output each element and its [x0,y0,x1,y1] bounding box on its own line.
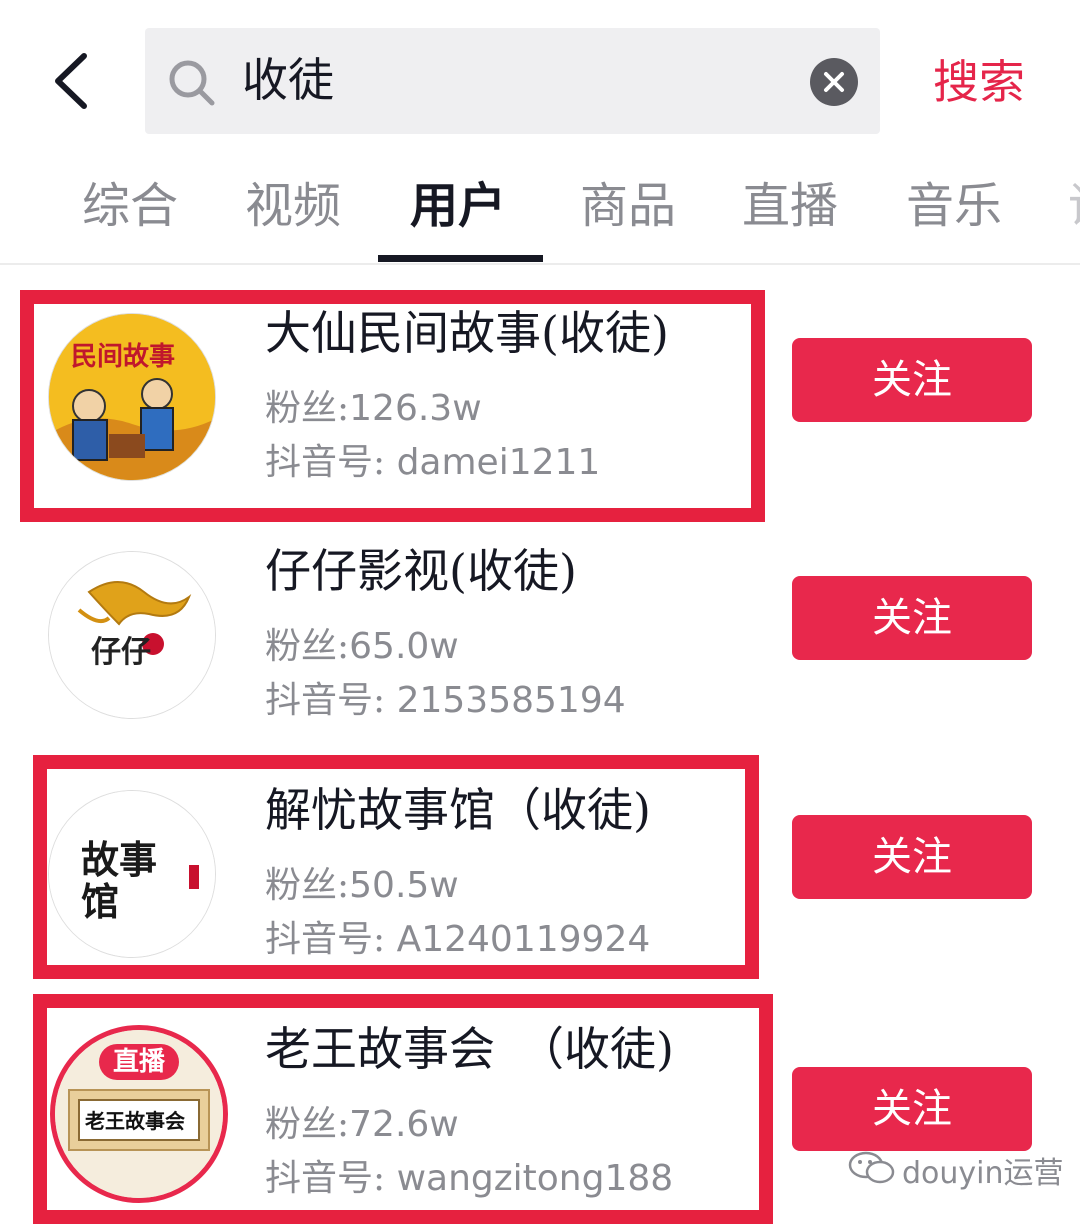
avatar-label: 老王故事会 [85,1109,185,1133]
user-row[interactable]: 民间故事 大仙民间故事(收徒) 粉丝:126.3w 抖音号: damei1211… [0,295,1080,505]
clear-icon[interactable] [810,58,858,106]
follow-button[interactable]: 关注 [792,338,1032,422]
follow-button[interactable]: 关注 [792,1067,1032,1151]
douyin-id: 抖音号: A1240119924 [265,919,651,960]
user-name[interactable]: 大仙民间故事(收徒) [265,303,669,363]
tab-live[interactable]: 直播 [742,176,838,236]
wechat-icon [848,1150,896,1199]
user-row[interactable]: 仔仔 仔仔影视(收徒) 粉丝:65.0w 抖音号: 2153585194 关注 [0,533,1080,743]
back-icon[interactable] [48,50,108,112]
category-tabs: 综合 视频 用户 商品 直播 音乐 话 [0,160,1080,265]
search-icon [167,58,217,108]
search-button[interactable]: 搜索 [933,52,1025,112]
tab-video[interactable]: 视频 [245,176,341,236]
watermark: douyin运营 [848,1150,1064,1199]
avatar[interactable]: 民间故事 [48,313,216,481]
search-box[interactable]: 收徒 [145,28,880,134]
fans-count: 粉丝:72.6w [265,1104,459,1145]
tab-users[interactable]: 用户 [410,176,506,236]
watermark-text: douyin运营 [902,1156,1064,1191]
active-tab-indicator [378,255,543,262]
follow-button[interactable]: 关注 [792,815,1032,899]
avatar[interactable]: 直播 老王故事会 [50,1025,228,1203]
tab-products[interactable]: 商品 [580,176,676,236]
live-badge: 直播 [99,1044,179,1080]
fans-count: 粉丝:65.0w [265,626,459,667]
tab-comprehensive[interactable]: 综合 [82,176,178,236]
avatar-label: 仔仔 [91,635,151,670]
douyin-id: 抖音号: damei1211 [265,442,601,483]
avatar-label: 故事馆 [81,837,158,924]
avatar[interactable]: 故事馆 [48,790,216,958]
douyin-id: 抖音号: wangzitong188 [265,1158,674,1199]
douyin-id: 抖音号: 2153585194 [265,680,626,721]
avatar-label: 民间故事 [71,342,176,372]
avatar[interactable]: 仔仔 [48,551,216,719]
tab-music[interactable]: 音乐 [906,176,1002,236]
user-name[interactable]: 仔仔影视(收徒) [265,541,577,601]
user-name[interactable]: 解忧故事馆（收徒) [265,780,651,840]
search-input[interactable]: 收徒 [242,50,334,110]
user-name[interactable]: 老王故事会 （收徒) [265,1019,674,1079]
user-row[interactable]: 故事馆 解忧故事馆（收徒) 粉丝:50.5w 抖音号: A1240119924 … [0,772,1080,982]
tab-overflow[interactable]: 话 [1068,176,1080,236]
follow-button[interactable]: 关注 [792,576,1032,660]
top-bar: 收徒 搜索 [0,0,1080,160]
fans-count: 粉丝:50.5w [265,865,459,906]
fans-count: 粉丝:126.3w [265,388,482,429]
